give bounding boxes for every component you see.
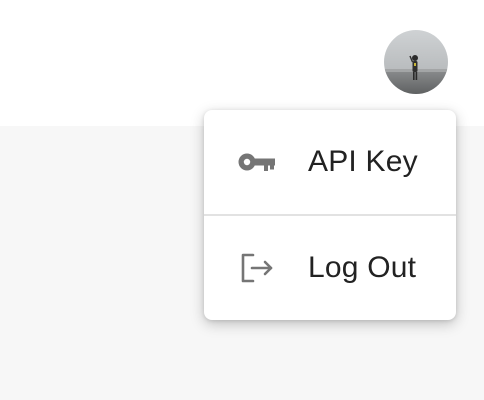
menu-item-log-out[interactable]: Log Out [204,216,456,320]
menu-item-label: Log Out [308,251,417,284]
key-icon [238,144,276,180]
logout-icon [238,250,276,286]
user-avatar[interactable] [384,30,448,94]
menu-item-api-key[interactable]: API Key [204,110,456,214]
account-dropdown-menu: API Key Log Out [204,110,456,320]
avatar-photo [384,30,448,94]
menu-item-label: API Key [308,145,418,178]
top-header [0,0,484,126]
